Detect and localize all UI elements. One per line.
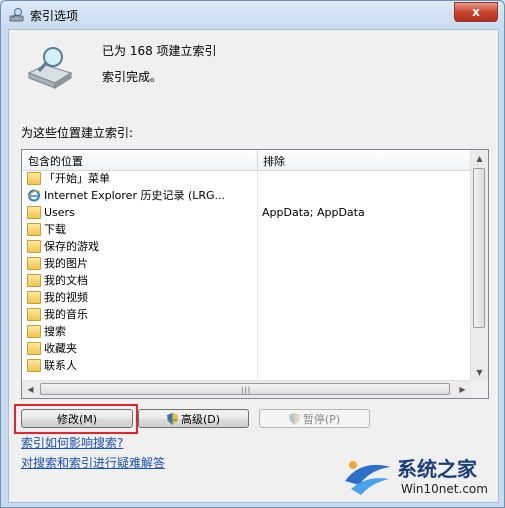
location-exclude: AppData; AppData (262, 206, 365, 219)
indexing-options-window: 索引选项 x 已为 168 项建立索引 索引完成。 为这些位置建立索引: 包含的… (0, 0, 505, 508)
list-item[interactable]: 我的图片 (22, 255, 471, 272)
location-name: 搜索 (44, 325, 66, 338)
location-name: 我的视频 (44, 291, 88, 304)
watermark-site: Win10net.com (401, 482, 488, 496)
how-indexing-affects-link[interactable]: 索引如何影响搜索? (21, 434, 123, 451)
locations-label: 为这些位置建立索引: (21, 126, 134, 140)
location-name: 我的文档 (44, 274, 88, 287)
dialog-body: 已为 168 项建立索引 索引完成。 为这些位置建立索引: 包含的位置 排除 「… (8, 29, 499, 503)
list-header: 包含的位置 排除 (22, 150, 471, 171)
horizontal-scrollbar[interactable]: ◀ ||| ▶ (22, 380, 471, 398)
list-item[interactable]: Internet Explorer 历史记录 (LRG... (22, 187, 471, 204)
advanced-button[interactable]: 高级(D) (138, 409, 249, 428)
list-item[interactable]: 我的文档 (22, 272, 471, 289)
folder-icon (27, 172, 41, 185)
list-item[interactable]: Users AppData; AppData (22, 204, 471, 221)
games-folder-icon (27, 240, 41, 253)
list-item[interactable]: 我的视频 (22, 289, 471, 306)
location-name: 收藏夹 (44, 342, 77, 355)
uac-shield-icon (288, 413, 300, 425)
scroll-up-arrow-icon[interactable]: ▲ (471, 150, 488, 167)
column-header-included[interactable]: 包含的位置 (28, 153, 83, 169)
vertical-scroll-thumb[interactable] (473, 168, 485, 328)
scroll-right-arrow-icon[interactable]: ▶ (454, 381, 471, 398)
watermark-brand: 系统之家 (397, 457, 477, 481)
contacts-folder-icon (27, 359, 41, 372)
indexed-count-text: 已为 168 项建立索引 (102, 44, 217, 58)
vertical-scrollbar[interactable]: ▲ ▼ (470, 150, 488, 381)
list-item[interactable]: 我的音乐 (22, 306, 471, 323)
pause-button: 暂停(P) (259, 409, 370, 428)
download-folder-icon (27, 223, 41, 236)
grip-icon: ||| (241, 386, 252, 394)
videos-folder-icon (27, 291, 41, 304)
column-header-excluded[interactable]: 排除 (263, 153, 285, 169)
location-name: 我的图片 (44, 257, 88, 270)
documents-folder-icon (27, 274, 41, 287)
list-item[interactable]: 保存的游戏 (22, 238, 471, 255)
close-button[interactable]: x (454, 2, 498, 22)
pause-label: 暂停(P) (302, 413, 341, 426)
location-name: 下载 (44, 223, 66, 236)
list-item[interactable]: 「开始」菜单 (22, 170, 471, 187)
music-folder-icon (27, 308, 41, 321)
indexing-complete-text: 索引完成。 (102, 70, 163, 84)
advanced-label: 高级(D) (180, 413, 221, 426)
troubleshoot-link[interactable]: 对搜索和索引进行疑难解答 (21, 454, 165, 471)
indexed-locations-list[interactable]: 包含的位置 排除 「开始」菜单 Internet Explorer 历史记录 (… (21, 149, 489, 399)
title-bar[interactable]: 索引选项 x (1, 1, 504, 29)
location-name: Users (44, 206, 75, 219)
horizontal-scroll-thumb[interactable]: ||| (40, 383, 450, 395)
scroll-down-arrow-icon[interactable]: ▼ (471, 364, 488, 381)
scrollbar-corner (471, 381, 488, 398)
list-item[interactable]: 下载 (22, 221, 471, 238)
scroll-left-arrow-icon[interactable]: ◀ (22, 381, 39, 398)
indexing-status-icon (27, 47, 73, 89)
list-rows: 「开始」菜单 Internet Explorer 历史记录 (LRG... Us… (22, 170, 471, 374)
location-name: Internet Explorer 历史记录 (LRG... (44, 189, 226, 202)
ie-icon (27, 189, 41, 202)
pictures-folder-icon (27, 257, 41, 270)
watermark: 系统之家 Win10net.com (339, 449, 501, 503)
searches-folder-icon (27, 325, 41, 338)
close-icon: x (472, 5, 480, 19)
column-divider[interactable] (257, 150, 258, 170)
indexing-app-icon (9, 8, 24, 22)
location-name: 「开始」菜单 (44, 172, 110, 185)
favorites-folder-icon (27, 342, 41, 355)
list-item[interactable]: 搜索 (22, 323, 471, 340)
location-name: 保存的游戏 (44, 240, 99, 253)
window-title: 索引选项 (30, 9, 79, 23)
list-item[interactable]: 联系人 (22, 357, 471, 374)
watermark-logo-icon (345, 461, 391, 495)
folder-icon (27, 206, 41, 219)
modify-button[interactable]: 修改(M) (21, 409, 133, 428)
location-name: 联系人 (44, 359, 77, 372)
list-item[interactable]: 收藏夹 (22, 340, 471, 357)
uac-shield-icon (166, 413, 178, 425)
location-name: 我的音乐 (44, 308, 88, 321)
